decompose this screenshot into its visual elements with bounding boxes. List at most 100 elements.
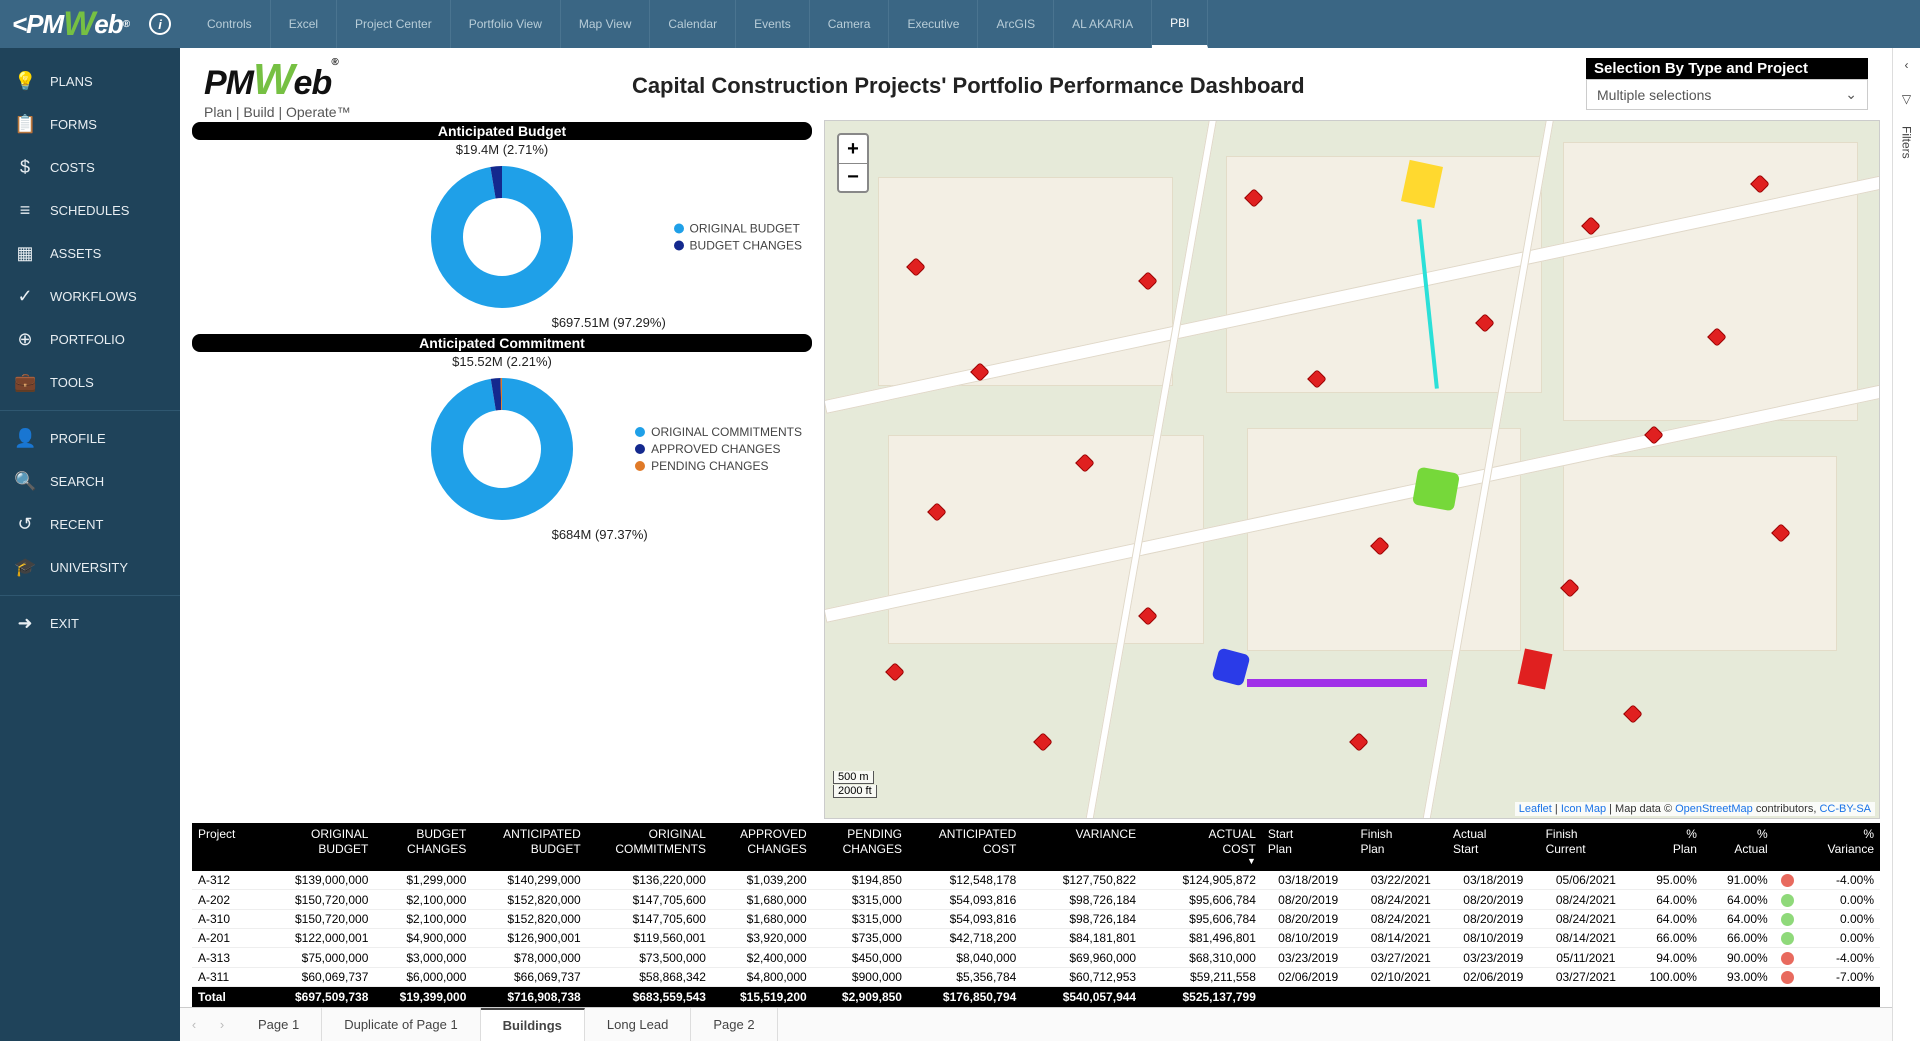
project-selector-dropdown[interactable]: Multiple selections ⌄ bbox=[1586, 79, 1868, 110]
topnav-al-akaria[interactable]: AL AKARIA bbox=[1054, 0, 1152, 48]
sidebar-label: FORMS bbox=[50, 117, 97, 132]
map-panel[interactable]: + − 500 m 2000 ft Leaflet | Icon Map | M… bbox=[824, 120, 1880, 819]
col-header[interactable]: BUDGET CHANGES bbox=[374, 823, 472, 871]
sidebar-item-costs[interactable]: $ COSTS bbox=[0, 146, 180, 189]
sidebar-item-search[interactable]: 🔍 SEARCH bbox=[0, 460, 180, 503]
map-scale-ft: 2000 ft bbox=[833, 785, 877, 798]
chart-label: $684M (97.37%) bbox=[552, 527, 648, 542]
university-icon: 🎓 bbox=[14, 557, 36, 578]
map-zoom-out[interactable]: − bbox=[839, 163, 867, 191]
sidebar-item-workflows[interactable]: ✓WORKFLOWS bbox=[0, 275, 180, 318]
iconmap-link[interactable]: Icon Map bbox=[1561, 803, 1606, 815]
topnav-excel[interactable]: Excel bbox=[271, 0, 337, 48]
table-row[interactable]: A-312$139,000,000$1,299,000$140,299,000$… bbox=[192, 871, 1880, 890]
costs-icon: $ bbox=[14, 157, 36, 178]
table-row[interactable]: A-310$150,720,000$2,100,000$152,820,000$… bbox=[192, 909, 1880, 928]
sidebar-item-tools[interactable]: 💼 TOOLS bbox=[0, 361, 180, 404]
col-header[interactable]: ORIGINAL COMMITMENTS bbox=[587, 823, 712, 871]
col-header[interactable]: VARIANCE bbox=[1022, 823, 1142, 871]
col-header[interactable]: ACTUAL COST▼ bbox=[1142, 823, 1262, 871]
osm-link[interactable]: OpenStreetMap bbox=[1675, 803, 1753, 815]
page-tab-page-1[interactable]: Page 1 bbox=[236, 1008, 322, 1041]
status-dot-icon bbox=[1781, 874, 1794, 887]
topnav-arcgis[interactable]: ArcGIS bbox=[978, 0, 1054, 48]
forms-icon: 📋 bbox=[14, 114, 36, 135]
filters-rail[interactable]: ‹ ▽ Filters bbox=[1892, 48, 1920, 1041]
map-zoom-controls: + − bbox=[837, 133, 869, 193]
col-header[interactable]: % Actual bbox=[1703, 823, 1774, 871]
col-header[interactable]: % Plan bbox=[1632, 823, 1703, 871]
app-logo: <PMWeb® bbox=[0, 5, 141, 44]
tools-icon: 💼 bbox=[14, 372, 36, 393]
donut-chart-0: $19.4M (2.71%)$697.51M (97.29%)ORIGINAL … bbox=[192, 142, 812, 332]
chart-legend-1: ORIGINAL COMMITMENTSAPPROVED CHANGESPEND… bbox=[635, 422, 802, 476]
sidebar-label: RECENT bbox=[50, 517, 103, 532]
topnav-pbi[interactable]: PBI bbox=[1152, 0, 1208, 48]
filter-icon[interactable]: ▽ bbox=[1902, 92, 1911, 106]
table-row[interactable]: A-201$122,000,001$4,900,000$126,900,001$… bbox=[192, 929, 1880, 948]
page-next[interactable]: › bbox=[208, 1017, 236, 1032]
sidebar-label: EXIT bbox=[50, 616, 79, 631]
topnav-calendar[interactable]: Calendar bbox=[650, 0, 736, 48]
sidebar-item-profile[interactable]: 👤PROFILE bbox=[0, 417, 180, 460]
search-icon: 🔍 bbox=[14, 471, 36, 492]
status-dot-icon bbox=[1781, 971, 1794, 984]
topnav-project-center[interactable]: Project Center bbox=[337, 0, 451, 48]
sidebar-label: TOOLS bbox=[50, 375, 94, 390]
sidebar-item-schedules[interactable]: ≡SCHEDULES bbox=[0, 189, 180, 232]
topnav-map-view[interactable]: Map View bbox=[561, 0, 650, 48]
table-row[interactable]: A-313$75,000,000$3,000,000$78,000,000$73… bbox=[192, 948, 1880, 967]
sidebar-label: COSTS bbox=[50, 160, 95, 175]
col-header[interactable]: Finish Plan bbox=[1354, 823, 1447, 871]
page-prev[interactable]: ‹ bbox=[180, 1017, 208, 1032]
map-scale-m: 500 m bbox=[833, 771, 874, 784]
col-header[interactable]: % Variance bbox=[1801, 823, 1880, 871]
cc-link[interactable]: CC-BY-SA bbox=[1819, 803, 1871, 815]
col-header[interactable]: APPROVED CHANGES bbox=[712, 823, 813, 871]
status-dot-icon bbox=[1781, 932, 1794, 945]
chart-title-0: Anticipated Budget bbox=[192, 122, 812, 140]
sidebar-item-plans[interactable]: 💡PLANS bbox=[0, 60, 180, 103]
map-zoom-in[interactable]: + bbox=[839, 135, 867, 163]
col-header[interactable]: Project bbox=[192, 823, 255, 871]
page-tab-page-2[interactable]: Page 2 bbox=[691, 1008, 777, 1041]
status-dot-icon bbox=[1781, 952, 1794, 965]
sidebar-item-exit[interactable]: ➜EXIT bbox=[0, 602, 180, 645]
topnav-portfolio-view[interactable]: Portfolio View bbox=[451, 0, 561, 48]
page-tab-long-lead[interactable]: Long Lead bbox=[585, 1008, 691, 1041]
selector-label: Selection By Type and Project bbox=[1586, 58, 1868, 79]
topnav-executive[interactable]: Executive bbox=[889, 0, 978, 48]
brand-block: PMWeb® Plan | Build | Operate™ bbox=[204, 58, 351, 120]
sidebar-item-assets[interactable]: ▦ASSETS bbox=[0, 232, 180, 275]
sidebar-label: ASSETS bbox=[50, 246, 101, 261]
col-header[interactable]: ANTICIPATED COST bbox=[908, 823, 1022, 871]
table-row[interactable]: A-311$60,069,737$6,000,000$66,069,737$58… bbox=[192, 967, 1880, 986]
col-header[interactable]: PENDING CHANGES bbox=[813, 823, 908, 871]
sidebar-label: PROFILE bbox=[50, 431, 106, 446]
page-tab-duplicate-of-page-1[interactable]: Duplicate of Page 1 bbox=[322, 1008, 480, 1041]
filters-label: Filters bbox=[1900, 126, 1914, 159]
plans-icon: 💡 bbox=[14, 71, 36, 92]
topnav-events[interactable]: Events bbox=[736, 0, 810, 48]
col-header[interactable]: Actual Start bbox=[1447, 823, 1540, 871]
col-header[interactable]: Finish Current bbox=[1540, 823, 1633, 871]
chart-label: $15.52M (2.21%) bbox=[452, 354, 552, 369]
map-attribution: Leaflet | Icon Map | Map data © OpenStre… bbox=[1515, 802, 1875, 816]
sidebar-item-forms[interactable]: 📋 FORMS bbox=[0, 103, 180, 146]
workflows-icon: ✓ bbox=[14, 286, 36, 307]
sidebar-item-recent[interactable]: ↺RECENT bbox=[0, 503, 180, 546]
sidebar-item-portfolio[interactable]: ⊕PORTFOLIO bbox=[0, 318, 180, 361]
sidebar-item-university[interactable]: 🎓UNIVERSITY bbox=[0, 546, 180, 589]
sidebar-label: SEARCH bbox=[50, 474, 104, 489]
col-header[interactable]: Start Plan bbox=[1262, 823, 1355, 871]
col-header[interactable]: ORIGINAL BUDGET bbox=[255, 823, 375, 871]
col-header[interactable]: ANTICIPATED BUDGET bbox=[472, 823, 586, 871]
topnav-controls[interactable]: Controls bbox=[189, 0, 271, 48]
leaflet-link[interactable]: Leaflet bbox=[1519, 803, 1552, 815]
table-row[interactable]: A-202$150,720,000$2,100,000$152,820,000$… bbox=[192, 890, 1880, 909]
topnav-camera[interactable]: Camera bbox=[810, 0, 890, 48]
info-icon[interactable]: i bbox=[149, 13, 171, 35]
chevron-left-icon[interactable]: ‹ bbox=[1905, 58, 1909, 72]
chart-label: $19.4M (2.71%) bbox=[456, 142, 549, 157]
page-tab-buildings[interactable]: Buildings bbox=[481, 1008, 585, 1041]
